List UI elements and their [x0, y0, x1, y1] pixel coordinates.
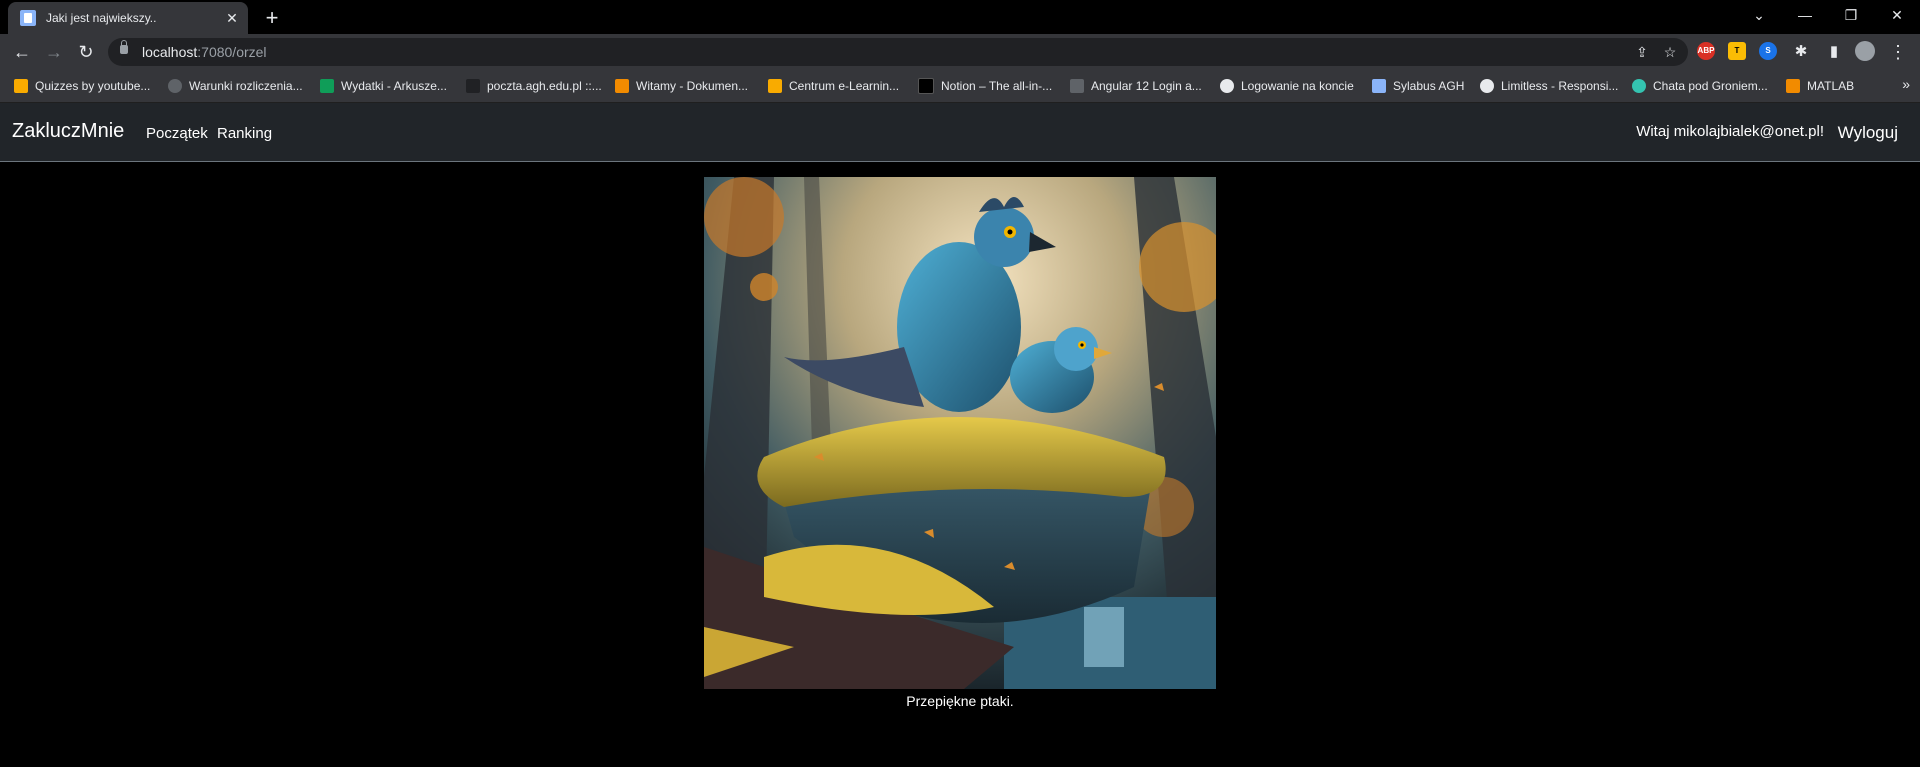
back-icon[interactable]: ← — [8, 38, 36, 66]
address-bar[interactable]: localhost:7080/orzel ⇪ ☆ — [108, 38, 1688, 66]
bookmark-favicon-icon — [1372, 79, 1386, 93]
bookmark-favicon-icon — [1632, 79, 1646, 93]
share-icon[interactable]: ⇪ — [1632, 42, 1652, 62]
restore-icon[interactable]: ❐ — [1828, 0, 1874, 30]
nav-link-ranking[interactable]: Ranking — [217, 125, 272, 142]
bookmark-star-icon[interactable]: ☆ — [1660, 42, 1680, 62]
reload-icon[interactable]: ↻ — [72, 38, 100, 66]
image-caption: Przepiękne ptaki. — [906, 693, 1014, 709]
bookmark-favicon-icon — [1070, 79, 1084, 93]
bookmark-item[interactable]: Angular 12 Login a... — [1070, 76, 1202, 96]
bookmark-item[interactable]: Notion – The all-in-... — [918, 76, 1052, 96]
forward-icon[interactable]: → — [40, 38, 68, 66]
extension-t-icon[interactable]: T — [1728, 42, 1746, 60]
bookmark-item[interactable]: Chata pod Groniem... — [1632, 76, 1768, 96]
bookmark-favicon-icon — [918, 78, 934, 94]
bookmark-favicon-icon — [466, 79, 480, 93]
lock-icon — [120, 40, 128, 54]
url-text[interactable]: localhost:7080/orzel — [142, 44, 267, 60]
tab-title: Jaki jest najwiekszy.. — [46, 11, 157, 25]
app-navbar: ZakluczMnie Początek Ranking Witaj mikol… — [0, 103, 1920, 162]
page-favicon-icon — [20, 10, 36, 26]
extensions-puzzle-icon[interactable]: ✱ — [1787, 38, 1815, 66]
bookmark-item[interactable]: MATLAB — [1786, 76, 1854, 96]
bookmark-item[interactable]: Quizzes by youtube... — [14, 76, 150, 96]
side-panel-icon[interactable]: ▮ — [1820, 38, 1848, 66]
globe-icon — [1480, 79, 1494, 93]
close-window-icon[interactable]: ✕ — [1874, 0, 1920, 30]
menu-kebab-icon[interactable]: ⋮ — [1884, 38, 1912, 66]
birds-illustration — [704, 177, 1216, 689]
logout-link[interactable]: Wyloguj — [1838, 123, 1898, 143]
user-greeting: Witaj mikolajbialek@onet.pl! — [1636, 123, 1824, 140]
bookmark-item[interactable]: Warunki rozliczenia... — [168, 76, 303, 96]
bookmark-favicon-icon — [615, 79, 629, 93]
bookmark-item[interactable]: Witamy - Dokumen... — [615, 76, 748, 96]
tab-search-icon[interactable]: ⌄ — [1736, 0, 1782, 30]
bookmark-item[interactable]: Logowanie na koncie — [1220, 76, 1354, 96]
tab-strip: Jaki jest najwiekszy.. ✕ + ⌄ — ❐ ✕ — [0, 0, 1920, 34]
bookmark-item[interactable]: Limitless - Responsi... — [1480, 76, 1618, 96]
profile-avatar-icon[interactable] — [1855, 41, 1875, 61]
bookmark-item[interactable]: Wydatki - Arkusze... — [320, 76, 447, 96]
bookmark-item[interactable]: Sylabus AGH — [1372, 76, 1464, 96]
brand-link[interactable]: ZakluczMnie — [12, 120, 124, 143]
matlab-icon — [1786, 79, 1800, 93]
browser-tab[interactable]: Jaki jest najwiekszy.. ✕ — [8, 2, 248, 34]
globe-icon — [1220, 79, 1234, 93]
bookmark-favicon-icon — [14, 79, 28, 93]
more-bookmarks-icon[interactable]: » — [1902, 76, 1910, 92]
browser-toolbar: ← → ↻ localhost:7080/orzel ⇪ ☆ ABP T S ✱… — [0, 34, 1920, 70]
minimize-icon[interactable]: — — [1782, 0, 1828, 30]
bookmark-item[interactable]: poczta.agh.edu.pl ::... — [466, 76, 602, 96]
tab-close-icon[interactable]: ✕ — [222, 10, 242, 27]
bookmarks-bar: Quizzes by youtube... Warunki rozliczeni… — [0, 70, 1920, 103]
bookmark-item[interactable]: Centrum e-Learnin... — [768, 76, 899, 96]
adblock-extension-icon[interactable]: ABP — [1697, 42, 1715, 60]
shazam-extension-icon[interactable]: S — [1759, 42, 1777, 60]
bookmark-favicon-icon — [168, 79, 182, 93]
new-tab-button[interactable]: + — [258, 4, 286, 32]
bookmark-favicon-icon — [768, 79, 782, 93]
birds-artwork-svg — [704, 177, 1216, 689]
bookmark-favicon-icon — [320, 79, 334, 93]
nav-link-start[interactable]: Początek — [146, 125, 208, 142]
